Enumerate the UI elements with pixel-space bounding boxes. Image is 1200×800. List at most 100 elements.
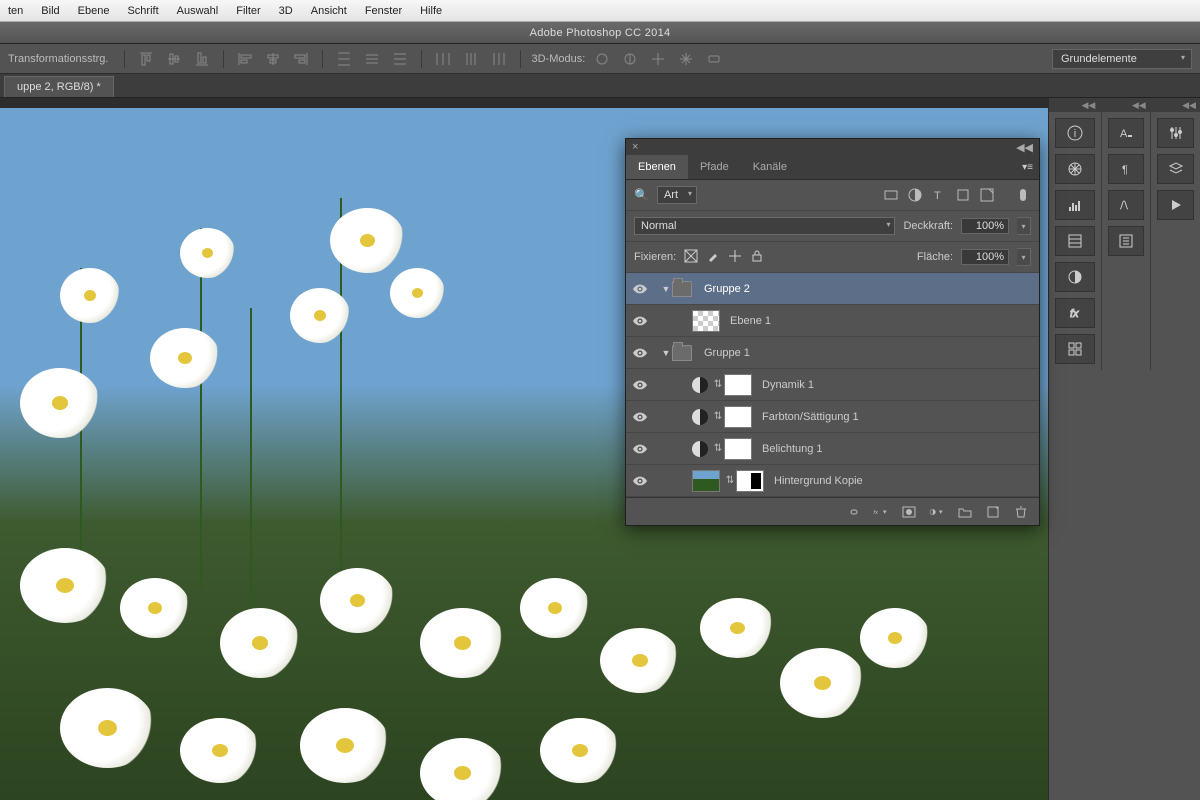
layer-thumbnail[interactable] xyxy=(692,470,720,492)
adjustment-layer-icon[interactable]: ▾ xyxy=(929,504,945,520)
disclosure-triangle[interactable]: ▼ xyxy=(660,284,672,294)
align-bottom-icon[interactable] xyxy=(191,48,213,70)
new-group-icon[interactable] xyxy=(957,504,973,520)
lock-transparency-icon[interactable] xyxy=(684,249,698,266)
link-icon[interactable]: ⇅ xyxy=(724,475,736,486)
layer-thumbnail[interactable] xyxy=(692,310,720,332)
layer-row[interactable]: ⇅ Farbton/Sättigung 1 xyxy=(626,401,1039,433)
collapse-icon[interactable]: ◀◀ xyxy=(1016,141,1033,154)
filter-smart-icon[interactable] xyxy=(979,187,995,203)
menu-item[interactable]: Ansicht xyxy=(311,5,347,17)
link-icon[interactable]: ⇅ xyxy=(712,443,724,454)
visibility-toggle[interactable] xyxy=(626,316,654,326)
character-panel-icon[interactable]: A xyxy=(1108,118,1145,148)
layer-name[interactable]: Farbton/Sättigung 1 xyxy=(756,411,1033,423)
tab-layers[interactable]: Ebenen xyxy=(626,155,688,179)
align-top-icon[interactable] xyxy=(135,48,157,70)
layer-name[interactable]: Dynamik 1 xyxy=(756,379,1033,391)
mask-thumbnail[interactable] xyxy=(724,438,752,460)
fill-stepper[interactable]: ▾ xyxy=(1017,248,1031,266)
tab-paths[interactable]: Pfade xyxy=(688,155,741,179)
fill-value[interactable]: 100% xyxy=(961,249,1009,265)
info-panel-icon[interactable]: i xyxy=(1055,118,1095,148)
layer-mask-icon[interactable] xyxy=(901,504,917,520)
layer-name[interactable]: Gruppe 2 xyxy=(698,283,1033,295)
collapse-icon[interactable]: ◀◀ xyxy=(1150,98,1200,112)
layer-name[interactable]: Ebene 1 xyxy=(724,315,1033,327)
properties-panel-icon[interactable] xyxy=(1055,226,1095,256)
layer-name[interactable]: Belichtung 1 xyxy=(756,443,1033,455)
layer-row[interactable]: ⇅ Dynamik 1 xyxy=(626,369,1039,401)
filter-type-dropdown[interactable]: Art xyxy=(657,186,697,204)
menu-item[interactable]: Bild xyxy=(41,5,59,17)
collapse-icon[interactable]: ◀◀ xyxy=(1099,98,1149,112)
adjustments-panel-icon[interactable] xyxy=(1157,118,1194,148)
layers-panel-icon[interactable] xyxy=(1157,154,1194,184)
visibility-toggle[interactable] xyxy=(626,348,654,358)
glyphs-panel-icon[interactable] xyxy=(1108,190,1145,220)
visibility-toggle[interactable] xyxy=(626,444,654,454)
workspace-dropdown[interactable]: Grundelemente xyxy=(1052,49,1192,69)
paragraph-panel-icon[interactable]: ¶ xyxy=(1108,154,1145,184)
visibility-toggle[interactable] xyxy=(626,284,654,294)
3d-roll-icon[interactable] xyxy=(619,48,641,70)
filter-toggle-icon[interactable] xyxy=(1015,187,1031,203)
distribute-right-icon[interactable] xyxy=(488,48,510,70)
layer-row[interactable]: ▼ Gruppe 2 xyxy=(626,273,1039,305)
lock-all-icon[interactable] xyxy=(750,249,764,266)
collapse-icon[interactable]: ◀◀ xyxy=(1049,98,1099,112)
distribute-left-icon[interactable] xyxy=(432,48,454,70)
layer-name[interactable]: Gruppe 1 xyxy=(698,347,1033,359)
swatches-panel-icon[interactable] xyxy=(1055,334,1095,364)
new-layer-icon[interactable] xyxy=(985,504,1001,520)
mask-thumbnail[interactable] xyxy=(724,374,752,396)
mask-thumbnail[interactable] xyxy=(736,470,764,492)
link-layers-icon[interactable] xyxy=(845,504,861,520)
lock-pixels-icon[interactable] xyxy=(706,249,720,266)
distribute-top-icon[interactable] xyxy=(333,48,355,70)
layer-name[interactable]: Hintergrund Kopie xyxy=(768,475,1033,487)
filter-pixel-icon[interactable] xyxy=(883,187,899,203)
distribute-vcenter-icon[interactable] xyxy=(361,48,383,70)
opacity-stepper[interactable]: ▾ xyxy=(1017,217,1031,235)
menu-item[interactable]: Hilfe xyxy=(420,5,442,17)
menu-item[interactable]: Ebene xyxy=(78,5,110,17)
disclosure-triangle[interactable]: ▼ xyxy=(660,348,672,358)
3d-orbit-icon[interactable] xyxy=(591,48,613,70)
menu-item[interactable]: Schrift xyxy=(127,5,158,17)
visibility-toggle[interactable] xyxy=(626,380,654,390)
layer-row[interactable]: ▼ Gruppe 1 xyxy=(626,337,1039,369)
actions-panel-icon[interactable] xyxy=(1157,190,1194,220)
filter-type-icon[interactable]: T xyxy=(931,187,947,203)
mask-thumbnail[interactable] xyxy=(724,406,752,428)
align-left-icon[interactable] xyxy=(234,48,256,70)
tab-channels[interactable]: Kanäle xyxy=(741,155,799,179)
menu-item[interactable]: 3D xyxy=(279,5,293,17)
menu-item[interactable]: Fenster xyxy=(365,5,402,17)
align-vcenter-icon[interactable] xyxy=(163,48,185,70)
lock-position-icon[interactable] xyxy=(728,249,742,266)
layer-row[interactable]: ⇅ Belichtung 1 xyxy=(626,433,1039,465)
3d-zoom-icon[interactable] xyxy=(703,48,725,70)
delete-layer-icon[interactable] xyxy=(1013,504,1029,520)
link-icon[interactable]: ⇅ xyxy=(712,379,724,390)
distribute-hcenter-icon[interactable] xyxy=(460,48,482,70)
navigator-panel-icon[interactable] xyxy=(1055,154,1095,184)
menu-item[interactable]: Auswahl xyxy=(177,5,219,17)
opacity-value[interactable]: 100% xyxy=(961,218,1009,234)
visibility-toggle[interactable] xyxy=(626,412,654,422)
layer-row[interactable]: Ebene 1 xyxy=(626,305,1039,337)
filter-adjustment-icon[interactable] xyxy=(907,187,923,203)
visibility-toggle[interactable] xyxy=(626,476,654,486)
3d-slide-icon[interactable] xyxy=(675,48,697,70)
blend-mode-dropdown[interactable]: Normal xyxy=(634,217,895,235)
close-icon[interactable]: × xyxy=(632,141,638,153)
styles-panel-icon[interactable]: fx xyxy=(1055,298,1095,328)
3d-pan-icon[interactable] xyxy=(647,48,669,70)
panel-menu-icon[interactable]: ▾≡ xyxy=(1016,162,1039,173)
filter-shape-icon[interactable] xyxy=(955,187,971,203)
menu-item[interactable]: Filter xyxy=(236,5,260,17)
brush-panel-icon[interactable] xyxy=(1108,226,1145,256)
link-icon[interactable]: ⇅ xyxy=(712,411,724,422)
document-tab[interactable]: uppe 2, RGB/8) * xyxy=(4,76,114,97)
